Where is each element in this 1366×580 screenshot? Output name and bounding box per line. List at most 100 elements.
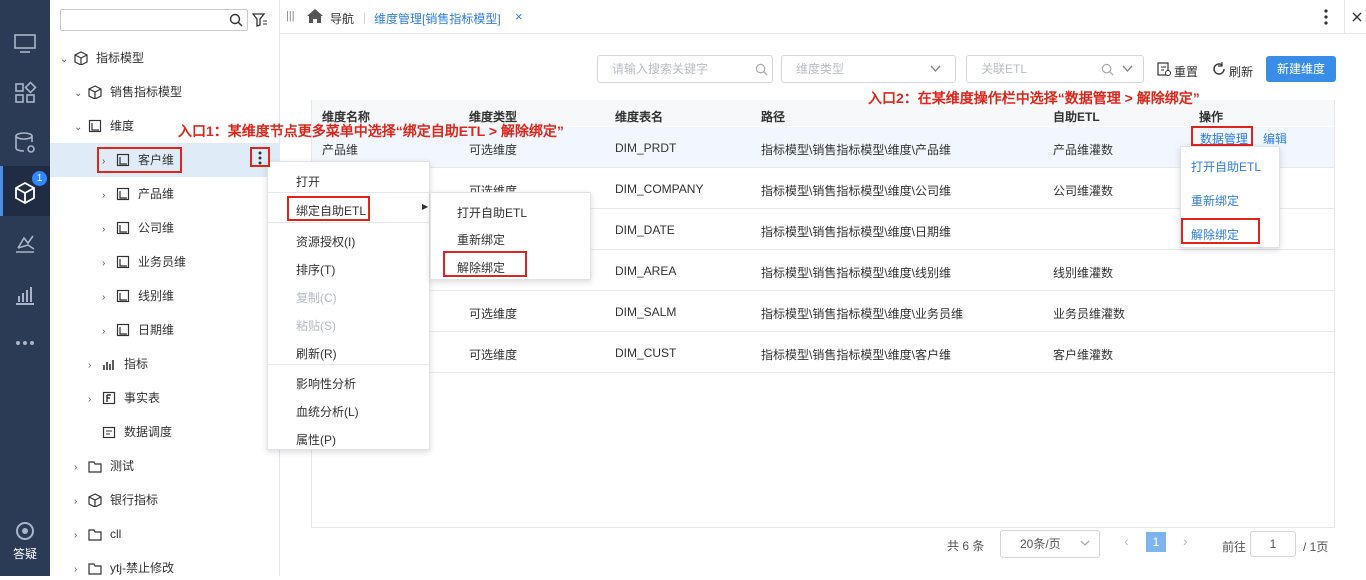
apps-icon[interactable] [12,80,38,106]
table-cell-type: 可选维度 [469,307,518,321]
expand-arrow-icon[interactable]: › [74,560,88,580]
bar-chart-icon [103,360,114,370]
expand-arrow-icon[interactable]: › [74,526,88,546]
menu-item-permissions[interactable]: 资源授权(I) [296,233,355,250]
expand-arrow-icon[interactable]: ⌄ [74,84,88,104]
table-cell-path: 指标模型\销售指标模型\维度\日期维 [761,225,952,239]
op-open-etl[interactable]: 打开自助ETL [1191,158,1261,175]
page-current[interactable]: 1 [1146,532,1166,552]
menu-item-paste[interactable]: 粘贴(S) [296,317,336,334]
edit-link[interactable]: 编辑 [1263,130,1287,147]
expand-arrow-icon[interactable]: › [88,356,102,376]
tree-node[interactable]: › 银行指标 [74,490,158,510]
column-header-path: 路径 [761,110,786,124]
table-cell-path: 指标模型\销售指标模型\维度\线别维 [761,266,952,280]
home-icon[interactable] [307,9,323,23]
tree-node[interactable]: › ytj-禁止修改 [74,558,174,578]
menu-item-refresh[interactable]: 刷新(R) [296,345,337,362]
chevron-down-icon [1122,65,1133,73]
expand-arrow-icon[interactable]: › [102,288,116,308]
more-vertical-icon[interactable] [1322,8,1330,26]
monitor-icon[interactable] [12,30,38,56]
table-cell-table: DIM_AREA [615,264,677,278]
refresh-icon[interactable] [1212,62,1226,76]
related-etl-select[interactable]: 关联ETL [966,55,1144,83]
tree-node[interactable]: › 指标 [88,354,148,374]
tree-node[interactable]: ⌄ 指标模型 [60,48,144,68]
expand-arrow-icon[interactable]: › [102,254,116,274]
expand-arrow-icon[interactable]: › [102,220,116,240]
expand-arrow-icon[interactable]: › [102,322,116,342]
new-dimension-button[interactable]: 新建维度 [1266,56,1336,82]
tree-node-label: cll [110,527,122,541]
table-row[interactable]: 可选维度 DIM_CUST 指标模型\销售指标模型\维度\客户维 客户维灌数 [312,332,1334,373]
menu-item-impact-analysis[interactable]: 影响性分析 [296,375,356,392]
menu-item-sort[interactable]: 排序(T) [296,261,335,278]
expand-arrow-icon[interactable]: › [102,186,116,206]
menu-separator [268,364,429,365]
prev-page-icon[interactable]: ‹ [1124,533,1129,549]
menu-item-properties[interactable]: 属性(P) [296,431,336,448]
tree-node[interactable]: ⌄ 维度 [74,116,134,136]
help-headset-icon[interactable] [12,518,38,544]
expand-arrow-icon[interactable]: › [88,390,102,410]
more-icon[interactable] [12,330,38,356]
chevron-right-icon: ▶ [422,202,429,211]
tree-node-label: 产品维 [138,187,175,201]
tree-node-label: 指标 [124,357,149,371]
expand-arrow-icon[interactable]: › [74,458,88,478]
tree-node[interactable]: › 公司维 [102,218,174,238]
menu-toggle-icon[interactable]: ||| [286,10,295,22]
tree-node[interactable]: › 日期维 [102,320,174,340]
database-settings-icon[interactable] [12,130,38,156]
tree-node-label: 数据调度 [124,425,173,439]
tree-search-input[interactable] [60,9,248,31]
expand-arrow-icon[interactable]: › [74,492,88,512]
expand-arrow-icon[interactable]: ⌄ [60,50,74,70]
tree-node[interactable]: › 事实表 [88,388,160,408]
tree-node[interactable]: › cll [74,524,121,544]
menu-separator [268,222,429,223]
folder-icon [88,461,102,473]
refresh-button[interactable]: 刷新 [1229,63,1253,80]
tree-node[interactable]: › 测试 [74,456,134,476]
tab-dimension-management[interactable]: 维度管理[销售指标模型] [374,10,501,27]
nav-link[interactable]: 导航 [330,10,354,27]
next-page-icon[interactable]: › [1183,533,1188,549]
submenu-rebind[interactable]: 重新绑定 [457,231,505,248]
notification-badge: 1 [32,171,47,186]
search-icon [755,63,768,76]
fact-table-icon [102,391,116,405]
table-cell-etl: 公司维灌数 [1053,184,1114,198]
tree-node-label: 银行指标 [110,493,159,507]
tree-node[interactable]: ⌄ 销售指标模型 [74,82,182,102]
tree-node[interactable]: › 业务员维 [102,252,186,272]
help-label[interactable]: 答疑 [0,545,50,562]
dimension-search-input[interactable]: 请输入搜索关键字 [597,55,773,83]
menu-item-lineage-analysis[interactable]: 血统分析(L) [296,403,359,420]
reset-button[interactable]: 重置 [1174,63,1198,80]
filter-icon[interactable] [252,12,268,28]
table-cell-etl: 线别维灌数 [1053,266,1114,280]
menu-item-copy[interactable]: 复制(C) [296,289,337,306]
op-rebind[interactable]: 重新绑定 [1191,192,1239,209]
app-rail: 1 答疑 [0,0,50,576]
tree-node[interactable]: 数据调度 [88,422,172,442]
tree-node-label: ytj-禁止修改 [110,561,174,575]
tree-node[interactable]: › 产品维 [102,184,174,204]
report-icon[interactable] [12,230,38,256]
folder-icon [88,529,102,541]
table-row[interactable]: 可选维度 DIM_SALM 指标模型\销售指标模型\维度\业务员维 业务员维灌数 [312,291,1334,332]
tab-close-icon[interactable]: × [515,9,523,24]
more-vertical-icon[interactable] [256,150,264,166]
expand-arrow-icon[interactable]: ⌄ [74,118,88,138]
reset-icon[interactable] [1157,62,1171,76]
submenu-open-etl[interactable]: 打开自助ETL [457,204,527,221]
menu-item-open[interactable]: 打开 [296,173,320,190]
bar-chart-icon[interactable] [12,282,38,308]
search-icon [229,13,243,27]
table-cell-etl: 业务员维灌数 [1053,307,1126,321]
goto-page-input[interactable]: 1 [1250,531,1296,557]
close-icon[interactable] [1352,12,1362,22]
tree-node[interactable]: › 线别维 [102,286,174,306]
